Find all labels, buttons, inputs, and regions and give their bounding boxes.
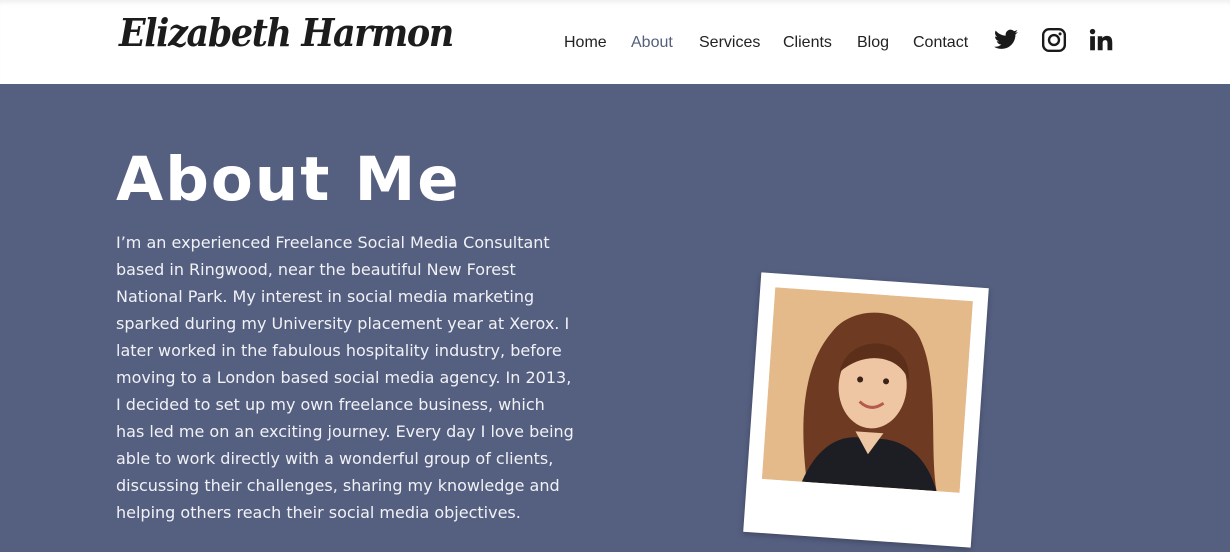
instagram-icon[interactable] — [1041, 27, 1067, 53]
nav-about[interactable]: About — [631, 34, 673, 52]
polaroid-frame — [743, 272, 989, 548]
nav-contact[interactable]: Contact — [913, 34, 968, 52]
nav-home[interactable]: Home — [564, 34, 607, 52]
about-section: About Me I’m an experienced Freelance So… — [0, 84, 1230, 552]
nav-services[interactable]: Services — [699, 34, 760, 52]
nav-blog[interactable]: Blog — [857, 34, 889, 52]
linkedin-icon[interactable] — [1088, 27, 1114, 53]
profile-photo — [761, 287, 973, 493]
page-title: About Me — [116, 144, 461, 215]
nav-clients[interactable]: Clients — [783, 34, 832, 52]
site-header: Elizabeth Harmon Home About Services Cli… — [0, 0, 1230, 84]
twitter-icon[interactable] — [993, 27, 1019, 53]
bio-paragraph: I’m an experienced Freelance Social Medi… — [116, 233, 574, 522]
